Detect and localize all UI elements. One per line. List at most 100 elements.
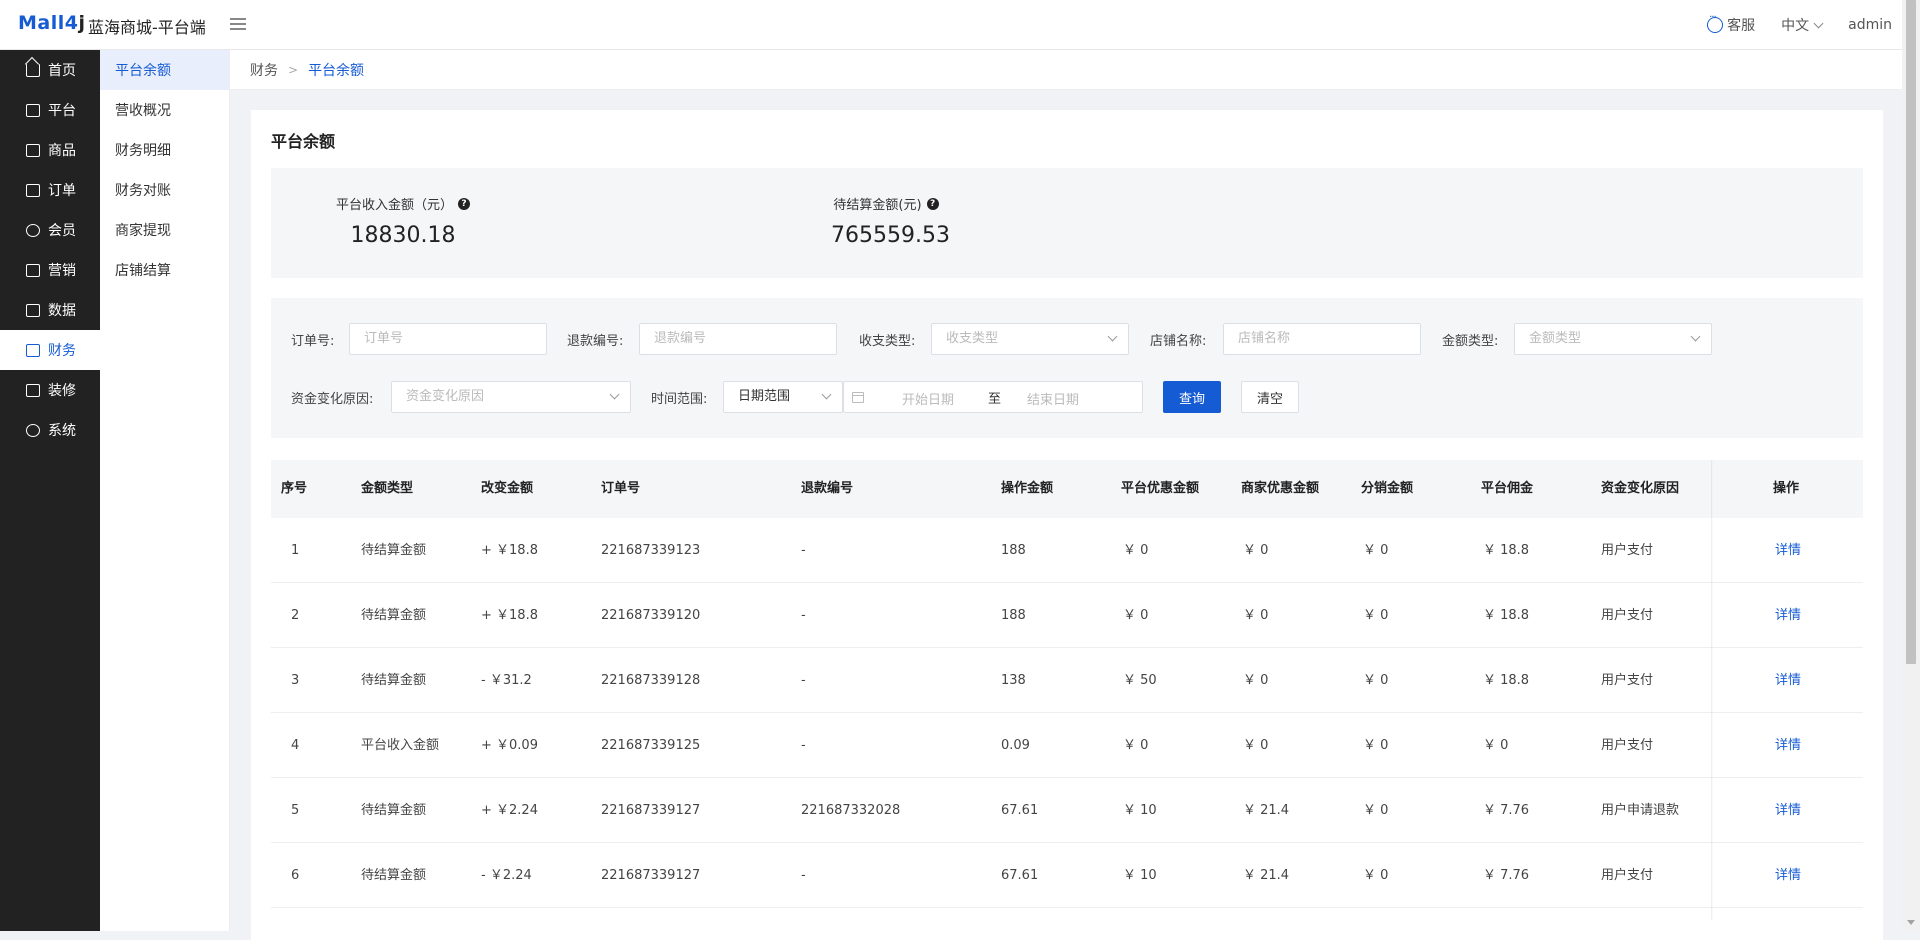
- col-header: 金额类型: [361, 481, 414, 496]
- table-cell: 用户申请退款: [1601, 803, 1680, 818]
- col-header: 资金变化原因: [1601, 481, 1680, 496]
- customer-service-button[interactable]: 客服: [1707, 12, 1755, 35]
- date-range-separator: 至: [988, 392, 1002, 407]
- subnav-item-finance-detail[interactable]: 财务明细: [100, 130, 229, 170]
- end-date-input[interactable]: 结束日期: [1027, 389, 1079, 408]
- user-menu[interactable]: admin: [1848, 17, 1892, 33]
- sidebar-item-members[interactable]: 会员: [0, 210, 100, 250]
- date-range-picker[interactable]: 开始日期 至 结束日期: [843, 381, 1143, 413]
- help-icon[interactable]: ?: [458, 197, 470, 210]
- gift-icon: [26, 263, 40, 277]
- table-cell: 用户支付: [1601, 868, 1654, 883]
- balance-summary: 平台收入金额（元）? 18830.18 待结算金额(元)? 765559.53: [271, 168, 1863, 278]
- balance-table: 序号 金额类型 改变金额 订单号 退款编号 操作金额 平台优惠金额 商家优惠金额…: [271, 460, 1863, 920]
- table-cell: 221687339120: [601, 608, 701, 623]
- query-button[interactable]: 查询: [1163, 381, 1221, 413]
- col-header: 平台优惠金额: [1121, 481, 1200, 496]
- sidebar-item-orders[interactable]: 订单: [0, 170, 100, 210]
- change-reason-select[interactable]: 资金变化原因: [391, 381, 631, 413]
- chart-icon: [26, 303, 40, 317]
- menu-toggle-icon[interactable]: [228, 15, 248, 33]
- amount-type-label: 金额类型:: [1442, 334, 1499, 349]
- sidebar-item-products[interactable]: 商品: [0, 130, 100, 170]
- table-row: 3 待结算金额 - ￥31.2 221687339128 - 138 ￥ 50 ￥ 0 ￥ 0 ￥…: [271, 648, 1863, 713]
- table-cell: ￥ 0: [1243, 543, 1269, 558]
- table-cell: ￥ 7.76: [1483, 803, 1530, 818]
- sidebar-item-platform[interactable]: 平台: [0, 90, 100, 130]
- shop-name-input[interactable]: 店铺名称: [1223, 323, 1421, 355]
- monitor-icon: [26, 103, 40, 117]
- col-header: 商家优惠金额: [1241, 481, 1320, 496]
- language-select[interactable]: 中文: [1781, 15, 1824, 35]
- sidebar-item-data[interactable]: 数据: [0, 290, 100, 330]
- pending-settlement-stat: 待结算金额(元)? 765559.53: [831, 194, 950, 248]
- detail-link[interactable]: 详情: [1775, 778, 1801, 843]
- sidebar-item-finance[interactable]: 财务: [0, 330, 100, 370]
- col-header: 退款编号: [801, 481, 854, 496]
- table-cell: 221687339128: [601, 673, 701, 688]
- amount-type-select[interactable]: 金额类型: [1514, 323, 1712, 355]
- col-header: 改变金额: [481, 481, 534, 496]
- col-header: 订单号: [601, 481, 641, 496]
- subnav-item-platform-balance[interactable]: 平台余额: [100, 50, 229, 90]
- table-cell: 0.09: [1001, 738, 1030, 753]
- table-cell: + ￥18.8: [481, 543, 538, 558]
- subnav-item-merchant-withdraw[interactable]: 商家提现: [100, 210, 229, 250]
- table-cell: ￥ 0: [1363, 673, 1389, 688]
- subnav-item-reconciliation[interactable]: 财务对账: [100, 170, 229, 210]
- subnav-item-revenue-overview[interactable]: 营收概况: [100, 90, 229, 130]
- col-header: 操作金额: [1001, 481, 1054, 496]
- time-range-type-select[interactable]: 日期范围: [723, 381, 843, 413]
- breadcrumb-item-finance[interactable]: 财务: [250, 60, 278, 80]
- table-cell: 待结算金额: [361, 673, 427, 688]
- scroll-down-arrow-icon[interactable]: [1907, 920, 1915, 925]
- scrollbar-thumb[interactable]: [1906, 0, 1916, 664]
- table-cell: 221687339127: [601, 803, 701, 818]
- table-cell: + ￥2.24: [481, 803, 538, 818]
- home-icon: [26, 63, 40, 77]
- main-card: 平台余额 平台收入金额（元）? 18830.18 待结算金额(元)? 76555…: [251, 110, 1883, 940]
- table-cell: ￥ 18.8: [1483, 608, 1530, 623]
- detail-link[interactable]: 详情: [1775, 518, 1801, 583]
- top-header: Mall4j 蓝海商城-平台端 客服 中文 admin: [0, 0, 1902, 50]
- table-cell: 用户支付: [1601, 738, 1654, 753]
- table-row: 4 平台收入金额 + ￥0.09 221687339125 - 0.09 ￥ 0 ￥ 0 ￥ 0…: [271, 713, 1863, 778]
- subnav-item-shop-settlement[interactable]: 店铺结算: [100, 250, 229, 290]
- sidebar-item-decoration[interactable]: 装修: [0, 370, 100, 410]
- detail-link[interactable]: 详情: [1775, 648, 1801, 713]
- platform-income-stat: 平台收入金额（元）? 18830.18: [333, 194, 473, 248]
- table-cell: 1: [291, 543, 300, 558]
- detail-link[interactable]: 详情: [1775, 843, 1801, 908]
- change-reason-label: 资金变化原因:: [291, 392, 374, 407]
- table-cell: 待结算金额: [361, 868, 427, 883]
- table-row: 6 待结算金额 - ￥2.24 221687339127 - 67.61 ￥ 10 ￥ 21.…: [271, 843, 1863, 908]
- help-icon[interactable]: ?: [926, 197, 939, 210]
- detail-link[interactable]: 详情: [1775, 713, 1801, 778]
- chat-icon: [1707, 12, 1724, 33]
- table-cell: 2: [291, 608, 300, 623]
- table-cell: ￥ 0: [1123, 608, 1149, 623]
- chevron-down-icon: [609, 389, 620, 400]
- page-title: 平台余额: [271, 132, 336, 151]
- document-icon: [26, 183, 40, 197]
- table-cell: ￥ 18.8: [1483, 543, 1530, 558]
- table-cell: ￥ 10: [1123, 868, 1157, 883]
- clear-button[interactable]: 清空: [1241, 381, 1299, 413]
- sidebar-item-home[interactable]: 首页: [0, 50, 100, 90]
- sidebar-item-marketing[interactable]: 营销: [0, 250, 100, 290]
- table-row: 1 待结算金额 + ￥18.8 221687339123 - 188 ￥ 0 ￥ 0 ￥ 0 ￥ …: [271, 518, 1863, 583]
- detail-link[interactable]: 详情: [1775, 583, 1801, 648]
- income-type-select[interactable]: 收支类型: [931, 323, 1129, 355]
- sidebar-item-system[interactable]: 系统: [0, 410, 100, 450]
- chevron-down-icon: [1107, 331, 1118, 342]
- time-range-label: 时间范围:: [651, 392, 708, 407]
- order-no-input[interactable]: 订单号: [349, 323, 547, 355]
- page-scrollbar[interactable]: [1902, 0, 1920, 931]
- table-cell: - ￥2.24: [481, 868, 532, 883]
- table-cell: 188: [1001, 543, 1026, 558]
- start-date-input[interactable]: 开始日期: [902, 389, 954, 408]
- table-cell: 待结算金额: [361, 803, 427, 818]
- table-cell: 用户支付: [1601, 543, 1654, 558]
- refund-no-input[interactable]: 退款编号: [639, 323, 837, 355]
- pending-settlement-value: 765559.53: [831, 223, 950, 248]
